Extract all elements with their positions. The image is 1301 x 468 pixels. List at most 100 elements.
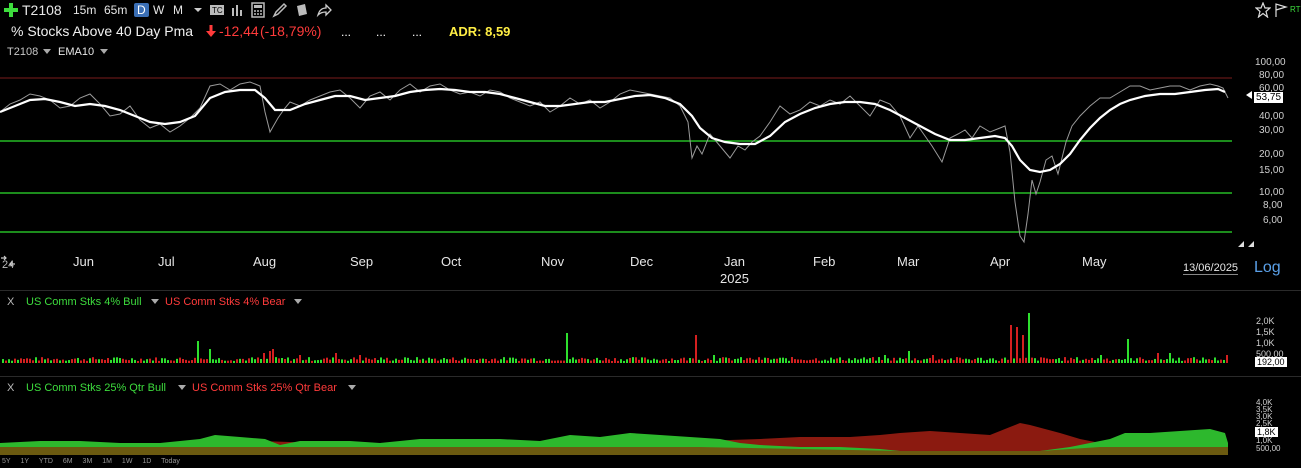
bear-bar — [539, 360, 541, 363]
notes-icon[interactable] — [294, 2, 310, 18]
bear-bar — [257, 357, 259, 363]
bear-bar — [20, 358, 22, 363]
bull-bar — [533, 358, 535, 363]
bull-bar — [944, 360, 946, 363]
range-today[interactable]: Today — [161, 458, 180, 465]
breadth-4pct-panel[interactable]: X US Comm Stks 4% Bull US Comm Stks 4% B… — [0, 291, 1301, 375]
bull-bar — [596, 357, 598, 363]
main-chart-panel[interactable]: T2108 EMA10 100,00 80,00 60,00 40,00 30,… — [0, 42, 1301, 289]
bear-bar — [1190, 358, 1192, 363]
bull-bar — [65, 360, 67, 363]
panel3-y-axis[interactable]: 4,0K 3,5K 3,0K 2,5K 1,0K 500,00 1,8K — [1240, 377, 1301, 457]
bear-bar — [53, 359, 55, 363]
bull-bar — [404, 357, 406, 363]
bull-bar — [572, 357, 574, 363]
bear-bar — [386, 357, 388, 363]
bull-bar — [740, 357, 742, 363]
date-label: 13/06/2025 — [1183, 262, 1239, 275]
bull-bar — [1193, 357, 1195, 363]
bear-bar — [731, 360, 733, 363]
compress-arrows-icon[interactable] — [0, 255, 16, 267]
bull-bar — [1172, 358, 1174, 363]
bear-bar — [1064, 357, 1066, 363]
bear-bar — [629, 357, 631, 363]
range-ytd[interactable]: YTD — [39, 458, 53, 465]
bear-bar — [614, 358, 616, 363]
bear-bar — [137, 360, 139, 363]
range-1m[interactable]: 1M — [102, 458, 112, 465]
bear-bar — [707, 358, 709, 363]
main-chart-svg[interactable] — [0, 42, 1301, 289]
month-label: Sep — [350, 254, 374, 269]
bull-bar — [461, 359, 463, 363]
bear-bar — [818, 360, 820, 363]
timeframe-weekly[interactable]: W — [153, 3, 164, 17]
bull-bar — [821, 360, 823, 363]
share-icon[interactable] — [316, 2, 332, 18]
info-dots-3[interactable]: ... — [412, 25, 422, 39]
timeframe-daily[interactable]: D — [134, 3, 149, 17]
add-plus-icon[interactable] — [3, 2, 19, 18]
bull-bar — [161, 358, 163, 363]
bear-bar — [962, 359, 964, 363]
y-tick: 1,0K — [1256, 338, 1275, 348]
chevron-down-icon[interactable] — [190, 2, 206, 18]
range-3m[interactable]: 3M — [83, 458, 93, 465]
range-1d[interactable]: 1D — [142, 458, 151, 465]
scroll-arrows-icon[interactable] — [1238, 240, 1254, 248]
bear-bar — [554, 360, 556, 363]
bear-bar — [1142, 358, 1144, 363]
bear-bar — [296, 358, 298, 363]
bull-bar — [785, 358, 787, 363]
bull-bar — [89, 358, 91, 363]
bear-bar — [1115, 359, 1117, 363]
realtime-badge: RT — [1290, 5, 1301, 14]
bear-bar — [998, 360, 1000, 363]
svg-text:TC: TC — [212, 6, 223, 15]
indicator-icon[interactable]: TC — [209, 2, 225, 18]
range-1w[interactable]: 1W — [122, 458, 133, 465]
bull-bar — [839, 357, 841, 363]
bear-bar — [890, 360, 892, 363]
range-1y[interactable]: 1Y — [21, 458, 30, 465]
bull-bar — [575, 359, 577, 363]
breadth-25pct-panel[interactable]: X US Comm Stks 25% Qtr Bull US Comm Stks… — [0, 377, 1301, 457]
timeframe-15m[interactable]: 15m — [73, 3, 96, 17]
bear-bar — [671, 358, 673, 363]
flag-icon[interactable] — [1273, 2, 1289, 18]
bear-bar — [488, 360, 490, 363]
bear-bar — [359, 355, 361, 363]
timeframe-monthly[interactable]: M — [173, 3, 183, 17]
bull-bar — [857, 359, 859, 363]
log-scale-toggle[interactable]: Log — [1254, 259, 1281, 277]
bull-bar — [500, 359, 502, 363]
bull-bar — [44, 359, 46, 363]
bear-bar — [683, 357, 685, 363]
bear-bar — [455, 360, 457, 363]
bear-bar — [1157, 353, 1159, 363]
bull-bar — [911, 360, 913, 363]
range-5y[interactable]: 5Y — [2, 458, 11, 465]
main-y-axis[interactable]: 100,00 80,00 60,00 40,00 30,00 20,00 15,… — [1229, 42, 1301, 289]
x-axis[interactable]: Jun Jul Aug Sep Oct Nov Dec Jan Feb Mar … — [0, 253, 1301, 289]
bear-bar — [1043, 357, 1045, 363]
bear-bar — [1106, 358, 1108, 363]
star-icon[interactable] — [1255, 2, 1271, 18]
ticker-symbol[interactable]: T2108 — [22, 2, 62, 18]
panel2-y-axis[interactable]: 2,0K 1,5K 1,0K 500,00 192,00 — [1240, 291, 1301, 375]
info-dots-1[interactable]: ... — [341, 25, 351, 39]
range-6m[interactable]: 6M — [63, 458, 73, 465]
bear-bar — [710, 359, 712, 363]
info-dots-2[interactable]: ... — [376, 25, 386, 39]
bar-chart-icon[interactable] — [230, 2, 246, 18]
bull-bar — [1028, 313, 1030, 363]
bear-bar — [248, 358, 250, 363]
pencil-icon[interactable] — [272, 2, 288, 18]
bull-bar — [383, 359, 385, 363]
bull-bar — [464, 357, 466, 363]
timeframe-65m[interactable]: 65m — [104, 3, 127, 17]
bear-bar — [602, 360, 604, 363]
bull-bar — [626, 359, 628, 363]
bull-bar — [782, 357, 784, 363]
calculator-icon[interactable] — [250, 2, 266, 18]
